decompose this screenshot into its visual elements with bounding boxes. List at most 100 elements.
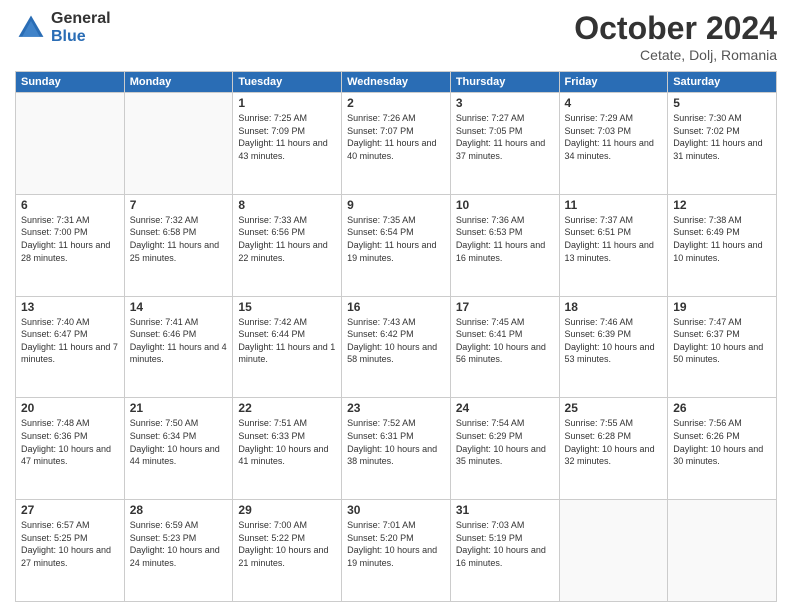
day-number: 5 <box>673 96 771 110</box>
day-info: Sunrise: 7:48 AM Sunset: 6:36 PM Dayligh… <box>21 417 119 467</box>
week-row-4: 20 Sunrise: 7:48 AM Sunset: 6:36 PM Dayli… <box>16 398 777 500</box>
day-number: 11 <box>565 198 663 212</box>
weekday-thursday: Thursday <box>450 72 559 93</box>
week-row-2: 6 Sunrise: 7:31 AM Sunset: 7:00 PM Daylig… <box>16 194 777 296</box>
day-cell: 4 Sunrise: 7:29 AM Sunset: 7:03 PM Daylig… <box>559 93 668 195</box>
day-info: Sunrise: 7:01 AM Sunset: 5:20 PM Dayligh… <box>347 519 445 569</box>
day-info: Sunrise: 7:35 AM Sunset: 6:54 PM Dayligh… <box>347 214 445 264</box>
day-info: Sunrise: 6:59 AM Sunset: 5:23 PM Dayligh… <box>130 519 228 569</box>
day-info: Sunrise: 7:55 AM Sunset: 6:28 PM Dayligh… <box>565 417 663 467</box>
month-title: October 2024 <box>574 10 777 47</box>
day-cell: 21 Sunrise: 7:50 AM Sunset: 6:34 PM Dayli… <box>124 398 233 500</box>
day-number: 25 <box>565 401 663 415</box>
weekday-monday: Monday <box>124 72 233 93</box>
day-cell: 2 Sunrise: 7:26 AM Sunset: 7:07 PM Daylig… <box>342 93 451 195</box>
day-info: Sunrise: 7:45 AM Sunset: 6:41 PM Dayligh… <box>456 316 554 366</box>
day-number: 2 <box>347 96 445 110</box>
day-info: Sunrise: 7:56 AM Sunset: 6:26 PM Dayligh… <box>673 417 771 467</box>
day-number: 28 <box>130 503 228 517</box>
day-number: 13 <box>21 300 119 314</box>
day-info: Sunrise: 7:46 AM Sunset: 6:39 PM Dayligh… <box>565 316 663 366</box>
day-number: 15 <box>238 300 336 314</box>
weekday-friday: Friday <box>559 72 668 93</box>
day-info: Sunrise: 7:47 AM Sunset: 6:37 PM Dayligh… <box>673 316 771 366</box>
day-cell: 31Sunrise: 7:03 AM Sunset: 5:19 PM Dayli… <box>450 500 559 602</box>
day-cell: 7Sunrise: 7:32 AM Sunset: 6:58 PM Daylig… <box>124 194 233 296</box>
location: Cetate, Dolj, Romania <box>574 47 777 63</box>
day-cell: 15Sunrise: 7:42 AM Sunset: 6:44 PM Dayli… <box>233 296 342 398</box>
day-info: Sunrise: 7:38 AM Sunset: 6:49 PM Dayligh… <box>673 214 771 264</box>
day-cell: 9 Sunrise: 7:35 AM Sunset: 6:54 PM Daylig… <box>342 194 451 296</box>
day-cell: 12 Sunrise: 7:38 AM Sunset: 6:49 PM Dayli… <box>668 194 777 296</box>
day-cell <box>124 93 233 195</box>
day-cell: 28 Sunrise: 6:59 AM Sunset: 5:23 PM Dayli… <box>124 500 233 602</box>
day-cell: 11Sunrise: 7:37 AM Sunset: 6:51 PM Dayli… <box>559 194 668 296</box>
day-cell: 1Sunrise: 7:25 AM Sunset: 7:09 PM Daylig… <box>233 93 342 195</box>
logo: General Blue <box>15 10 111 45</box>
day-cell: 8 Sunrise: 7:33 AM Sunset: 6:56 PM Daylig… <box>233 194 342 296</box>
day-info: Sunrise: 7:26 AM Sunset: 7:07 PM Dayligh… <box>347 112 445 162</box>
day-number: 8 <box>238 198 336 212</box>
day-info: Sunrise: 7:52 AM Sunset: 6:31 PM Dayligh… <box>347 417 445 467</box>
day-number: 19 <box>673 300 771 314</box>
weekday-saturday: Saturday <box>668 72 777 93</box>
day-info: Sunrise: 7:27 AM Sunset: 7:05 PM Dayligh… <box>456 112 554 162</box>
day-number: 16 <box>347 300 445 314</box>
day-info: Sunrise: 7:00 AM Sunset: 5:22 PM Dayligh… <box>238 519 336 569</box>
day-info: Sunrise: 7:36 AM Sunset: 6:53 PM Dayligh… <box>456 214 554 264</box>
week-row-5: 27Sunrise: 6:57 AM Sunset: 5:25 PM Dayli… <box>16 500 777 602</box>
day-cell: 10 Sunrise: 7:36 AM Sunset: 6:53 PM Dayli… <box>450 194 559 296</box>
day-number: 18 <box>565 300 663 314</box>
day-number: 12 <box>673 198 771 212</box>
day-cell: 24 Sunrise: 7:54 AM Sunset: 6:29 PM Dayli… <box>450 398 559 500</box>
day-number: 27 <box>21 503 119 517</box>
week-row-3: 13 Sunrise: 7:40 AM Sunset: 6:47 PM Dayli… <box>16 296 777 398</box>
day-number: 4 <box>565 96 663 110</box>
day-info: Sunrise: 7:43 AM Sunset: 6:42 PM Dayligh… <box>347 316 445 366</box>
day-cell: 6 Sunrise: 7:31 AM Sunset: 7:00 PM Daylig… <box>16 194 125 296</box>
week-row-1: 1Sunrise: 7:25 AM Sunset: 7:09 PM Daylig… <box>16 93 777 195</box>
day-number: 20 <box>21 401 119 415</box>
day-info: Sunrise: 7:40 AM Sunset: 6:47 PM Dayligh… <box>21 316 119 366</box>
day-number: 14 <box>130 300 228 314</box>
day-cell: 29Sunrise: 7:00 AM Sunset: 5:22 PM Dayli… <box>233 500 342 602</box>
logo-icon <box>15 12 47 44</box>
page: General Blue October 2024 Cetate, Dolj, … <box>0 0 792 612</box>
day-info: Sunrise: 7:50 AM Sunset: 6:34 PM Dayligh… <box>130 417 228 467</box>
day-info: Sunrise: 7:51 AM Sunset: 6:33 PM Dayligh… <box>238 417 336 467</box>
day-number: 21 <box>130 401 228 415</box>
logo-text: General Blue <box>51 10 111 45</box>
day-number: 30 <box>347 503 445 517</box>
day-number: 1 <box>238 96 336 110</box>
day-info: Sunrise: 7:33 AM Sunset: 6:56 PM Dayligh… <box>238 214 336 264</box>
weekday-row: SundayMondayTuesdayWednesdayThursdayFrid… <box>16 72 777 93</box>
calendar-header: SundayMondayTuesdayWednesdayThursdayFrid… <box>16 72 777 93</box>
title-block: October 2024 Cetate, Dolj, Romania <box>574 10 777 63</box>
day-info: Sunrise: 7:03 AM Sunset: 5:19 PM Dayligh… <box>456 519 554 569</box>
day-cell: 18 Sunrise: 7:46 AM Sunset: 6:39 PM Dayli… <box>559 296 668 398</box>
day-info: Sunrise: 7:54 AM Sunset: 6:29 PM Dayligh… <box>456 417 554 467</box>
day-cell: 26Sunrise: 7:56 AM Sunset: 6:26 PM Dayli… <box>668 398 777 500</box>
day-number: 24 <box>456 401 554 415</box>
day-number: 10 <box>456 198 554 212</box>
day-number: 3 <box>456 96 554 110</box>
day-cell: 30 Sunrise: 7:01 AM Sunset: 5:20 PM Dayli… <box>342 500 451 602</box>
day-info: Sunrise: 7:31 AM Sunset: 7:00 PM Dayligh… <box>21 214 119 264</box>
day-cell: 20 Sunrise: 7:48 AM Sunset: 6:36 PM Dayli… <box>16 398 125 500</box>
day-cell: 16 Sunrise: 7:43 AM Sunset: 6:42 PM Dayli… <box>342 296 451 398</box>
day-cell: 17 Sunrise: 7:45 AM Sunset: 6:41 PM Dayli… <box>450 296 559 398</box>
day-info: Sunrise: 7:29 AM Sunset: 7:03 PM Dayligh… <box>565 112 663 162</box>
day-cell <box>668 500 777 602</box>
day-cell: 27Sunrise: 6:57 AM Sunset: 5:25 PM Dayli… <box>16 500 125 602</box>
day-number: 9 <box>347 198 445 212</box>
day-cell: 13 Sunrise: 7:40 AM Sunset: 6:47 PM Dayli… <box>16 296 125 398</box>
weekday-tuesday: Tuesday <box>233 72 342 93</box>
day-number: 7 <box>130 198 228 212</box>
day-number: 6 <box>21 198 119 212</box>
header: General Blue October 2024 Cetate, Dolj, … <box>15 10 777 63</box>
logo-blue-text: Blue <box>51 28 111 46</box>
day-number: 17 <box>456 300 554 314</box>
day-number: 23 <box>347 401 445 415</box>
day-cell: 22Sunrise: 7:51 AM Sunset: 6:33 PM Dayli… <box>233 398 342 500</box>
day-cell: 19 Sunrise: 7:47 AM Sunset: 6:37 PM Dayli… <box>668 296 777 398</box>
